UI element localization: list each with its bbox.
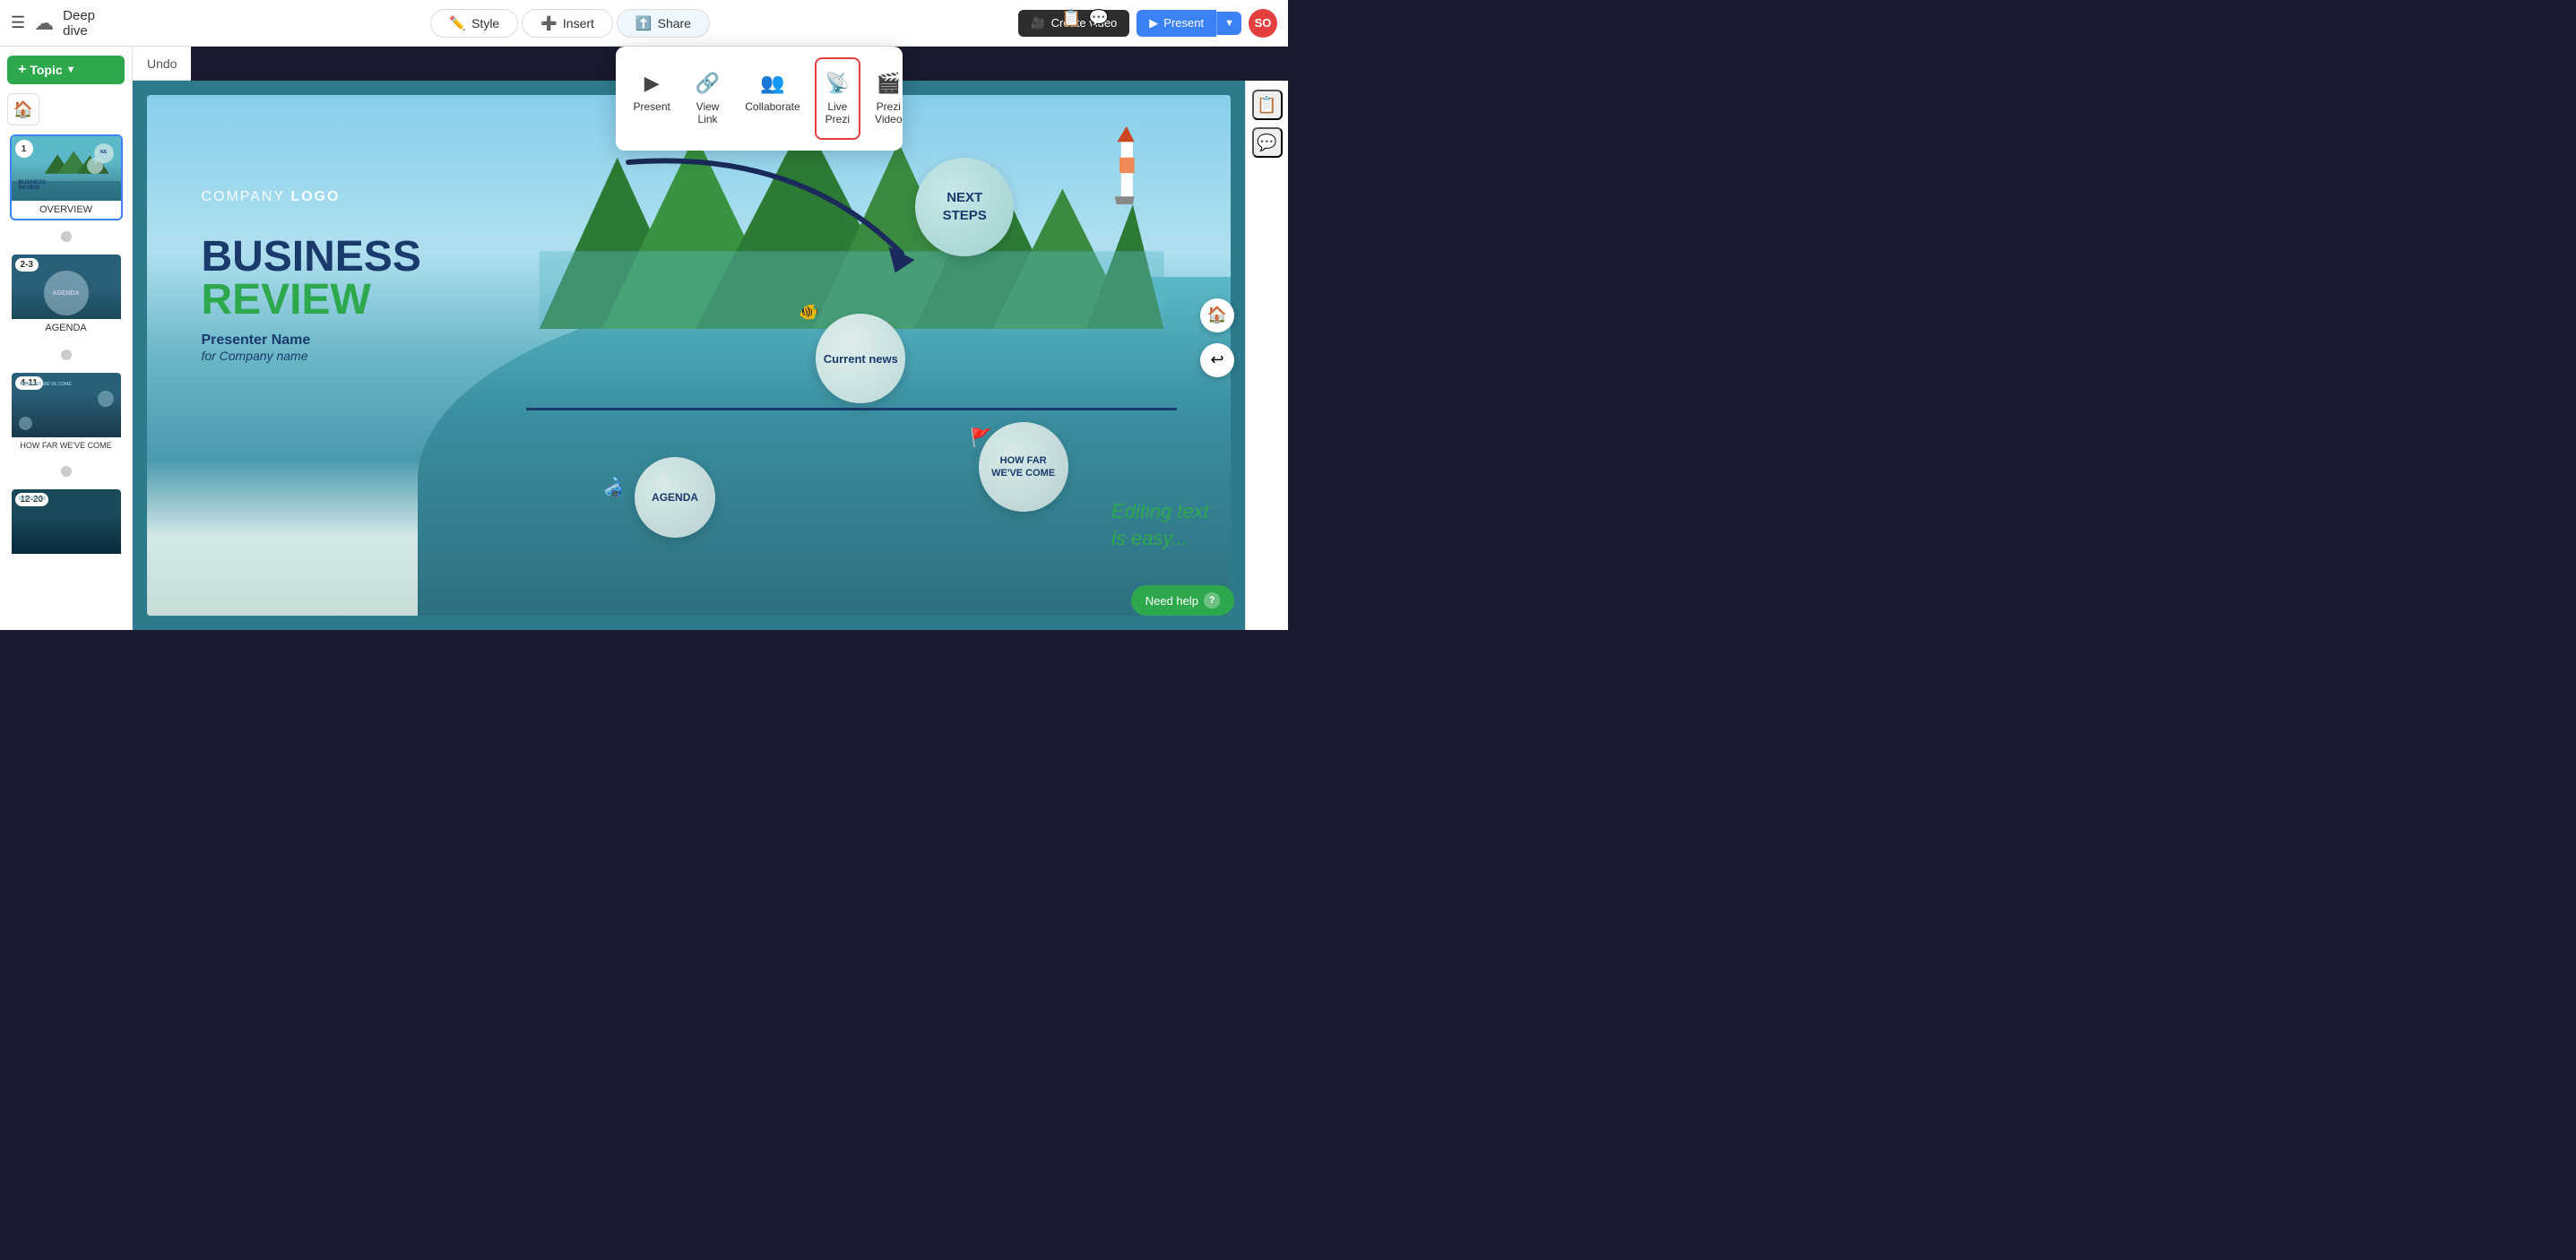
people-icon: 👥 [760,72,784,95]
business-title: BUSINESS [201,236,420,279]
present-option-icon: ▶ [644,72,660,95]
present-dropdown-button[interactable]: ▼ [1216,12,1241,35]
slide-preview-newgoals: 12-20 NEW GOALS [12,489,121,554]
right-sidebar: 📋 💬 [1245,81,1288,630]
prezi-video-icon: 🎬 [877,72,901,95]
notes-icon[interactable]: 📋 [1061,9,1081,28]
help-question-icon: ? [1204,592,1220,608]
topbar-right: 🎥 Create video ▶ Present ▼ SO [1007,9,1288,38]
undo-bar[interactable]: Undo [133,47,191,81]
slide-label-newgoals [12,554,121,561]
topbar-center: ✏️ Style ➕ Insert ⬆️ Share [133,9,1007,38]
share-option-liveprezi[interactable]: 📡 Live Prezi [815,57,860,140]
link-icon: 🔗 [696,72,720,95]
slide-num-overview: 1 [15,140,33,158]
slide-thumb-overview[interactable]: 1 NS BUSINESSREVIEW Overview [10,134,123,220]
slide-container: COMPANY LOGO BUSINESS REVIEW Presenter N… [147,95,1231,616]
connector-dot-3 [61,466,72,477]
share-option-prezivideo[interactable]: 🎬 Prezi Video [864,57,912,140]
current-news-circle[interactable]: Current news [816,314,905,403]
company-logo-text: COMPANY LOGO [201,189,340,205]
business-subtitle: REVIEW [201,279,420,322]
slide-num-agenda: 2-3 [15,258,39,272]
hamburger-icon[interactable]: ☰ [11,13,25,32]
slide-background: COMPANY LOGO BUSINESS REVIEW Presenter N… [147,95,1231,616]
slide-thumb-agenda[interactable]: 2-3 AGENDA AGENDA [10,253,123,339]
share-button[interactable]: ⬆️ Share [617,9,710,38]
present-button[interactable]: ▶ Present [1137,10,1216,37]
slide-preview-howfar: 4-11 HOW FAR WE'VE COME [12,373,121,437]
business-review-block: BUSINESS REVIEW Presenter Name for Compa… [201,236,420,363]
slide-label-howfar: HOW FAR WE'VE COME [12,437,121,453]
share-option-viewlink[interactable]: 🔗 View Link [685,57,730,140]
diver-icon: 🤿 [598,475,628,505]
share-dropdown: ▶ Present 🔗 View Link 👥 Collaborate 📡 Li… [616,47,903,151]
slide-preview-overview: 1 NS BUSINESSREVIEW [12,136,121,201]
connector-dot-1 [61,231,72,242]
upload-icon: ⬆️ [635,15,653,31]
video-camera-icon: 🎥 [1031,16,1045,30]
cloud-icon: ☁ [34,12,54,35]
topic-button[interactable]: + Topic ▼ [7,56,125,84]
slide-thumb-newgoals[interactable]: 12-20 NEW GOALS [10,488,123,563]
comments-button[interactable]: 💬 [1252,127,1283,158]
editing-text: Editing text is easy... [1111,498,1209,554]
company-name: for Company name [201,349,420,363]
present-button-group: ▶ Present ▼ [1137,10,1241,37]
connector-dot-2 [61,350,72,360]
need-help-button[interactable]: Need help ? [1131,585,1234,616]
presenter-name: Presenter Name [201,332,420,349]
slide-preview-agenda: 2-3 AGENDA [12,255,121,319]
fish-icon: 🐠 [799,303,818,322]
flag-icon: 🚩 [970,427,992,449]
chevron-down-icon: ▼ [66,65,76,75]
app-title: Deep dive [63,8,122,39]
pencil-icon: ✏️ [449,15,466,31]
style-button[interactable]: ✏️ Style [430,9,518,38]
notes-panel-button[interactable]: 📋 [1252,90,1283,120]
slide-content: COMPANY LOGO BUSINESS REVIEW Presenter N… [147,95,1231,616]
live-prezi-icon: 📡 [826,72,850,95]
divider-line [526,408,1176,410]
slide-label-agenda: AGENDA [12,319,121,337]
avatar: SO [1249,9,1277,38]
share-option-collaborate[interactable]: 👥 Collaborate [734,57,810,140]
sidebar: + Topic ▼ 🏠 1 NS BUSINESSREVIEW Overview [0,47,133,630]
home-sidebar-button[interactable]: 🏠 [7,93,39,125]
slide-label-overview: Overview [12,201,121,219]
topbar-left: ☰ ☁ Deep dive [0,8,133,39]
nav-home-button[interactable]: 🏠 [1200,298,1234,332]
chat-icon[interactable]: 💬 [1089,9,1109,28]
share-option-present[interactable]: ▶ Present [623,57,681,140]
nav-back-button[interactable]: ↩ [1200,343,1234,377]
next-steps-circle[interactable]: NEXT STEPS [915,158,1014,256]
slide-thumb-howfar[interactable]: 4-11 HOW FAR WE'VE COME HOW FAR WE'VE CO… [10,371,123,455]
home-icon: 🏠 [13,100,33,119]
plus-circle-icon: ➕ [540,15,558,31]
agenda-circle[interactable]: AGENDA [635,457,715,538]
topbar: ☰ ☁ Deep dive ✏️ Style ➕ Insert ⬆️ Share… [0,0,1288,47]
plus-icon: + [18,62,26,78]
main-canvas: COMPANY LOGO BUSINESS REVIEW Presenter N… [133,81,1245,630]
insert-button[interactable]: ➕ Insert [522,9,613,38]
play-icon: ▶ [1149,16,1158,30]
